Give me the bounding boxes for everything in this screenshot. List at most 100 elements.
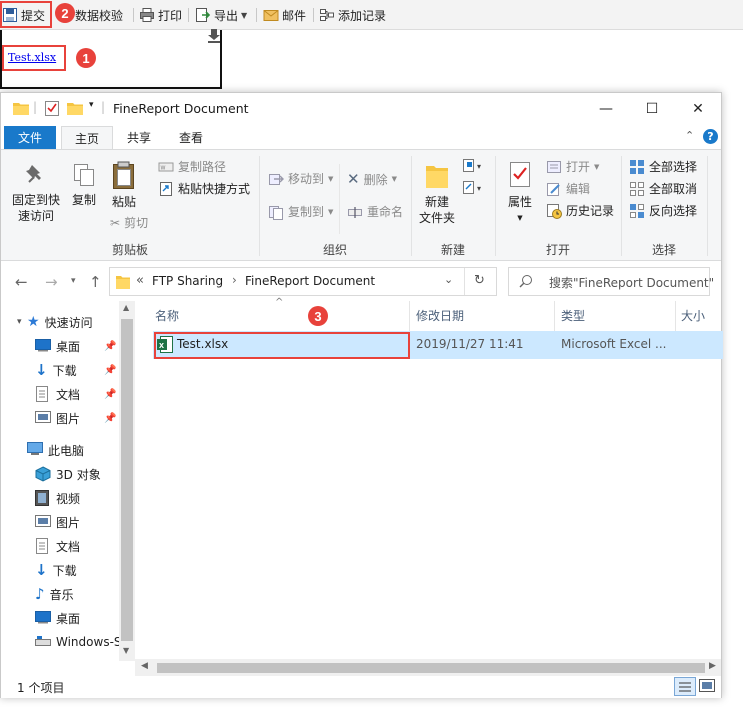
move-to-label: 移动到 bbox=[288, 172, 325, 186]
collapse-ribbon-icon[interactable]: ⌃ bbox=[685, 129, 694, 142]
svg-text:▾: ▾ bbox=[477, 184, 481, 193]
maximize-button[interactable]: ☐ bbox=[629, 93, 675, 124]
pin-icon: 📌 bbox=[104, 413, 117, 424]
mail-button[interactable]: 邮件 bbox=[263, 5, 306, 25]
large-icons-view-icon[interactable] bbox=[699, 679, 715, 696]
properties-button[interactable]: 属性 ▼ bbox=[503, 160, 537, 226]
rename-button[interactable]: 重命名 bbox=[347, 203, 403, 220]
column-header-modified[interactable]: 修改日期 bbox=[416, 307, 464, 324]
nav-item-documents-pc[interactable]: 文档 bbox=[35, 535, 80, 557]
new-item-icon[interactable]: ▾ bbox=[462, 158, 486, 177]
copy-path-icon: W bbox=[158, 159, 174, 175]
nav-scrollbar-thumb[interactable] bbox=[121, 319, 133, 641]
properties-quick-icon[interactable] bbox=[45, 100, 59, 119]
nav-item-downloads[interactable]: ↓ 下载 bbox=[35, 359, 77, 381]
add-record-button[interactable]: 添加记录 bbox=[319, 5, 386, 25]
file-explorer-window: | ▾ | FineReport Document — ☐ ✕ 文件 主页 共享… bbox=[0, 92, 723, 698]
nav-item-windows-drive[interactable]: Windows-S bbox=[35, 631, 119, 653]
customize-dropdown-icon[interactable]: ▾ bbox=[89, 100, 94, 110]
nav-item-3d-objects[interactable]: 3D 对象 bbox=[35, 463, 101, 485]
cut-button[interactable]: ✂ 剪切 bbox=[110, 214, 148, 231]
scroll-down-icon[interactable]: ▼ bbox=[123, 646, 129, 655]
overflow-chevron[interactable]: « bbox=[136, 273, 144, 288]
delete-icon: ✕ bbox=[347, 170, 360, 188]
chevron-right-icon[interactable]: › bbox=[232, 273, 237, 287]
pin-quick-access-button[interactable]: 固定到快 速访问 bbox=[9, 162, 63, 224]
copy-button[interactable]: 复制 bbox=[67, 162, 101, 208]
forward-icon[interactable]: → bbox=[45, 273, 58, 291]
breadcrumb-finereport-document[interactable]: FineReport Document bbox=[245, 274, 375, 288]
nav-quick-access[interactable]: ★ 快速访问 bbox=[27, 311, 93, 333]
nav-this-pc[interactable]: 此电脑 bbox=[27, 439, 84, 461]
paste-shortcut-button[interactable]: 粘贴快捷方式 bbox=[158, 180, 250, 197]
history-button[interactable]: 历史记录 bbox=[546, 202, 614, 219]
delete-button[interactable]: ✕ 删除 ▼ bbox=[347, 170, 397, 188]
select-none-button[interactable]: 全部取消 bbox=[629, 180, 697, 197]
scroll-up-icon[interactable]: ▲ bbox=[123, 303, 129, 312]
nav-label: 此电脑 bbox=[48, 443, 85, 458]
details-view-icon[interactable] bbox=[674, 677, 696, 696]
column-divider[interactable] bbox=[554, 301, 555, 331]
column-header-type[interactable]: 类型 bbox=[561, 307, 585, 324]
paste-button[interactable]: 粘贴 bbox=[107, 160, 141, 210]
nav-item-desktop-pc[interactable]: 桌面 bbox=[35, 607, 80, 629]
nav-item-documents[interactable]: 文档 bbox=[35, 383, 80, 405]
back-icon[interactable]: ← bbox=[15, 273, 28, 291]
column-header-name[interactable]: 名称 bbox=[155, 307, 179, 324]
column-header-size[interactable]: 大小 bbox=[681, 307, 705, 324]
delete-label: 删除 bbox=[363, 172, 388, 187]
new-folder-button[interactable]: 新建 文件夹 bbox=[415, 160, 459, 226]
select-all-button[interactable]: 全部选择 bbox=[629, 158, 697, 175]
new-folder-label: 新建 文件夹 bbox=[418, 195, 455, 225]
nav-item-videos[interactable]: 视频 bbox=[35, 487, 80, 509]
column-divider[interactable] bbox=[675, 301, 676, 331]
scissors-icon: ✂ bbox=[110, 215, 121, 230]
address-box[interactable]: « FTP Sharing › FineReport Document ⌄ ↻ bbox=[109, 267, 497, 296]
easy-access-icon[interactable]: ▾ bbox=[462, 180, 486, 199]
edit-button[interactable]: 编辑 bbox=[546, 180, 590, 197]
tab-share[interactable]: 共享 bbox=[115, 126, 163, 149]
help-icon[interactable]: ? bbox=[703, 129, 718, 144]
recent-dropdown-icon[interactable]: ▾ bbox=[71, 276, 76, 286]
up-icon[interactable]: ↑ bbox=[89, 273, 102, 291]
folder-icon bbox=[13, 101, 29, 118]
new-folder-quick-icon[interactable] bbox=[67, 101, 83, 118]
tab-file[interactable]: 文件 bbox=[4, 126, 56, 149]
select-all-label: 全部选择 bbox=[649, 160, 698, 174]
copy-path-label: 复制路径 bbox=[178, 160, 227, 174]
hscrollbar-thumb[interactable] bbox=[157, 663, 705, 673]
print-button[interactable]: 打印 bbox=[139, 5, 182, 25]
nav-item-pictures-pc[interactable]: 图片 bbox=[35, 511, 80, 533]
divider bbox=[339, 164, 340, 234]
scroll-left-icon[interactable]: ◀ bbox=[141, 661, 148, 671]
data-validate-button[interactable]: 数据校验 bbox=[75, 5, 123, 25]
search-box[interactable]: 搜索"FineReport Document" bbox=[508, 267, 714, 296]
nav-item-music[interactable]: ♪ 音乐 bbox=[35, 583, 74, 605]
address-dropdown-icon[interactable]: ⌄ bbox=[444, 273, 453, 286]
chevron-down-icon: ▼ bbox=[391, 175, 397, 183]
invert-selection-button[interactable]: 反向选择 bbox=[629, 202, 697, 219]
export-button[interactable]: 导出 ▼ bbox=[195, 5, 247, 25]
tab-view[interactable]: 查看 bbox=[167, 126, 215, 149]
download-icon[interactable] bbox=[206, 28, 222, 47]
tab-home[interactable]: 主页 bbox=[61, 126, 113, 149]
refresh-icon[interactable]: ↻ bbox=[474, 273, 485, 288]
copy-path-button[interactable]: W 复制路径 bbox=[158, 158, 226, 175]
close-button[interactable]: ✕ bbox=[675, 93, 721, 124]
copy-to-button[interactable]: 复制到 ▼ bbox=[268, 203, 333, 220]
nav-item-pictures[interactable]: 图片 bbox=[35, 407, 80, 429]
open-button[interactable]: 打开 ▼ bbox=[546, 158, 599, 175]
breadcrumb-ftp-sharing[interactable]: FTP Sharing bbox=[152, 274, 223, 288]
chevron-down-icon[interactable]: ▾ bbox=[17, 317, 22, 327]
history-label: 历史记录 bbox=[566, 204, 615, 218]
group-divider bbox=[707, 156, 708, 256]
minimize-button[interactable]: — bbox=[583, 93, 629, 124]
step-badge-3: 3 bbox=[308, 306, 328, 326]
nav-item-downloads-pc[interactable]: ↓ 下载 bbox=[35, 559, 77, 581]
group-label-select: 选择 bbox=[651, 243, 676, 257]
column-divider[interactable] bbox=[409, 301, 410, 331]
file-modified: 2019/11/27 11:41 bbox=[416, 337, 524, 351]
nav-item-desktop[interactable]: 桌面 bbox=[35, 335, 80, 357]
scroll-right-icon[interactable]: ▶ bbox=[709, 661, 716, 671]
move-to-button[interactable]: 移动到 ▼ bbox=[268, 170, 333, 187]
